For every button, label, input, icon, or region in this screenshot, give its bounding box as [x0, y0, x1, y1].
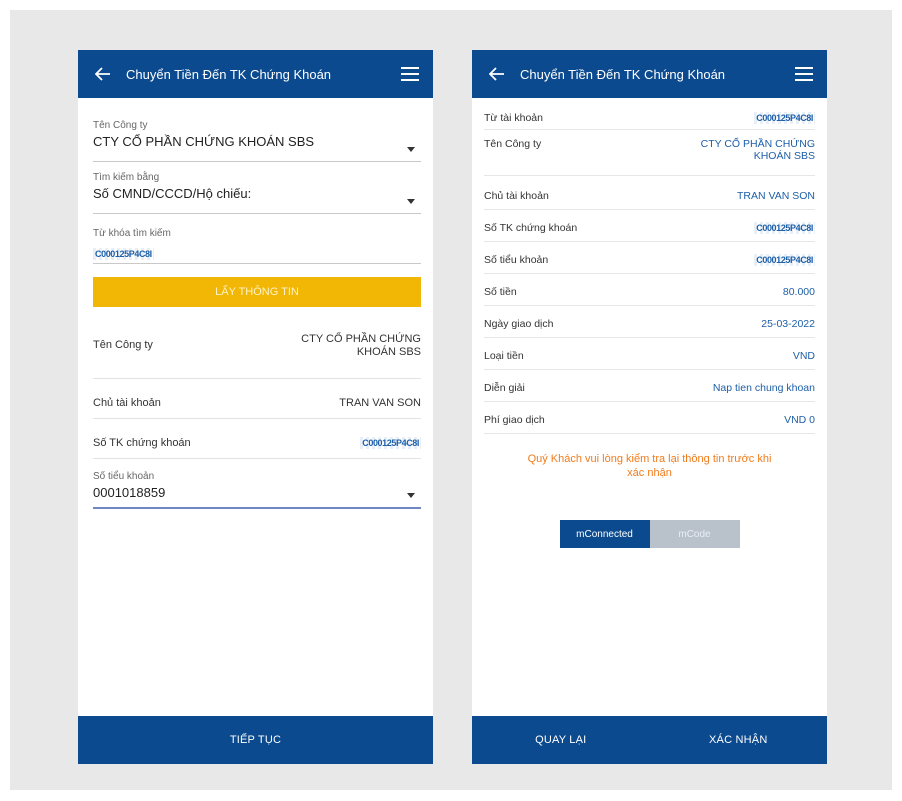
row-label: Số TK chứng khoán — [484, 222, 578, 234]
confirm-button[interactable]: XÁC NHẬN — [650, 734, 828, 746]
sub-account-label: Số tiểu khoản — [93, 471, 155, 482]
row-label: Tên Công ty — [93, 339, 153, 351]
row-label: Từ tài khoản — [484, 112, 543, 124]
get-info-button[interactable]: LẤY THÔNG TIN — [93, 277, 421, 307]
row-value: C000125P4C8I — [360, 437, 421, 449]
row-label: Ngày giao dịch — [484, 318, 554, 330]
detail-row-description: Diễn giải Nap tien chung khoan — [484, 382, 815, 402]
app-bar: Chuyển Tiền Đến TK Chứng Khoán — [472, 50, 827, 98]
search-by-value: Số CMND/CCCD/Hộ chiếu: — [93, 186, 252, 201]
mcode-option[interactable]: mCode — [649, 520, 740, 548]
detail-row-securities-account: Số TK chứng khoán C000125P4C8I — [484, 222, 815, 242]
sub-account-select[interactable]: Số tiểu khoản 0001018859 — [93, 471, 421, 509]
row-label: Số tiền — [484, 286, 517, 298]
detail-row-owner: Chủ tài khoản TRAN VAN SON — [484, 190, 815, 210]
row-value: 80.000 — [782, 286, 815, 298]
company-select[interactable]: Tên Công ty CTY CỔ PHẦN CHỨNG KHOÁN SBS — [93, 120, 421, 162]
bottom-action-bar: TIẾP TỤC — [78, 716, 433, 764]
transfer-form-screen: Chuyển Tiền Đến TK Chứng Khoán Tên Công … — [78, 50, 433, 764]
sub-account-value: 0001018859 — [93, 485, 166, 500]
row-label: Số tiểu khoản — [484, 254, 549, 266]
auth-method-toggle: mConnected mCode — [484, 520, 815, 548]
app-bar: Chuyển Tiền Đến TK Chứng Khoán — [78, 50, 433, 98]
detail-row-company: Tên Công ty CTY CỔ PHẦN CHỨNG KHOÁN SBS — [484, 136, 815, 176]
row-value: CTY CỔ PHẦN CHỨNG KHOÁN SBS — [301, 333, 421, 358]
detail-row-from-account: Từ tài khoản C000125P4C8I — [484, 112, 815, 130]
search-by-label: Tìm kiếm bằng — [93, 172, 160, 183]
verify-notice: Quý Khách vui lòng kiểm tra lại thông ti… — [527, 453, 772, 479]
row-label: Số TK chứng khoán — [93, 437, 191, 449]
company-label: Tên Công ty — [93, 120, 148, 131]
back-button[interactable]: QUAY LẠI — [472, 734, 650, 746]
keyword-label: Từ khóa tìm kiếm — [93, 228, 171, 239]
keyword-value: C000125P4C8I — [93, 248, 154, 260]
row-value: TRAN VAN SON — [737, 190, 815, 202]
dropdown-caret-icon — [407, 147, 415, 152]
page-title: Chuyển Tiền Đến TK Chứng Khoán — [520, 66, 726, 82]
row-value: TRAN VAN SON — [339, 397, 421, 409]
row-label: Chủ tài khoản — [93, 397, 161, 409]
dropdown-caret-icon — [407, 493, 415, 498]
detail-row-amount: Số tiền 80.000 — [484, 286, 815, 306]
detail-row-sub-account: Số tiểu khoản C000125P4C8I — [484, 254, 815, 274]
row-value: Nap tien chung khoan — [712, 382, 815, 394]
row-value: VND — [792, 350, 815, 362]
menu-icon[interactable] — [795, 67, 813, 81]
confirm-transfer-screen: Chuyển Tiền Đến TK Chứng Khoán Từ tài kh… — [472, 50, 827, 764]
search-by-select[interactable]: Tìm kiếm bằng Số CMND/CCCD/Hộ chiếu: — [93, 172, 421, 214]
row-value: VND 0 — [784, 414, 815, 426]
detail-row-fee: Phí giao dịch VND 0 — [484, 414, 815, 434]
mconnected-option[interactable]: mConnected — [559, 520, 650, 548]
back-arrow-icon[interactable] — [486, 63, 508, 85]
screenshot-canvas: Chuyển Tiền Đến TK Chứng Khoán Tên Công … — [10, 10, 892, 790]
row-label: Tên Công ty — [484, 138, 542, 150]
row-value: CTY CỔ PHẦN CHỨNG KHOÁN SBS — [700, 138, 815, 162]
company-value: CTY CỔ PHẦN CHỨNG KHOÁN SBS — [93, 134, 315, 149]
menu-icon[interactable] — [401, 67, 419, 81]
continue-button[interactable]: TIẾP TỤC — [78, 734, 433, 746]
bottom-action-bar: QUAY LẠI XÁC NHẬN — [472, 716, 827, 764]
result-row-securities-account: Số TK chứng khoán C000125P4C8I — [93, 433, 421, 459]
row-label: Diễn giải — [484, 382, 525, 394]
row-value: C000125P4C8I — [754, 222, 815, 234]
dropdown-caret-icon — [407, 199, 415, 204]
result-row-owner: Chủ tài khoản TRAN VAN SON — [93, 393, 421, 419]
detail-row-transaction-date: Ngày giao dịch 25-03-2022 — [484, 318, 815, 338]
row-value: C000125P4C8I — [754, 112, 815, 124]
keyword-input[interactable]: Từ khóa tìm kiếm C000125P4C8I — [93, 228, 421, 264]
row-label: Loại tiền — [484, 350, 524, 362]
row-label: Chủ tài khoản — [484, 190, 549, 202]
row-label: Phí giao dịch — [484, 414, 545, 426]
back-arrow-icon[interactable] — [92, 63, 114, 85]
page-title: Chuyển Tiền Đến TK Chứng Khoán — [126, 66, 332, 82]
row-value: 25-03-2022 — [761, 318, 815, 330]
result-row-company: Tên Công ty CTY CỔ PHẦN CHỨNG KHOÁN SBS — [93, 331, 421, 379]
detail-row-currency: Loại tiền VND — [484, 350, 815, 370]
row-value: C000125P4C8I — [754, 254, 815, 266]
